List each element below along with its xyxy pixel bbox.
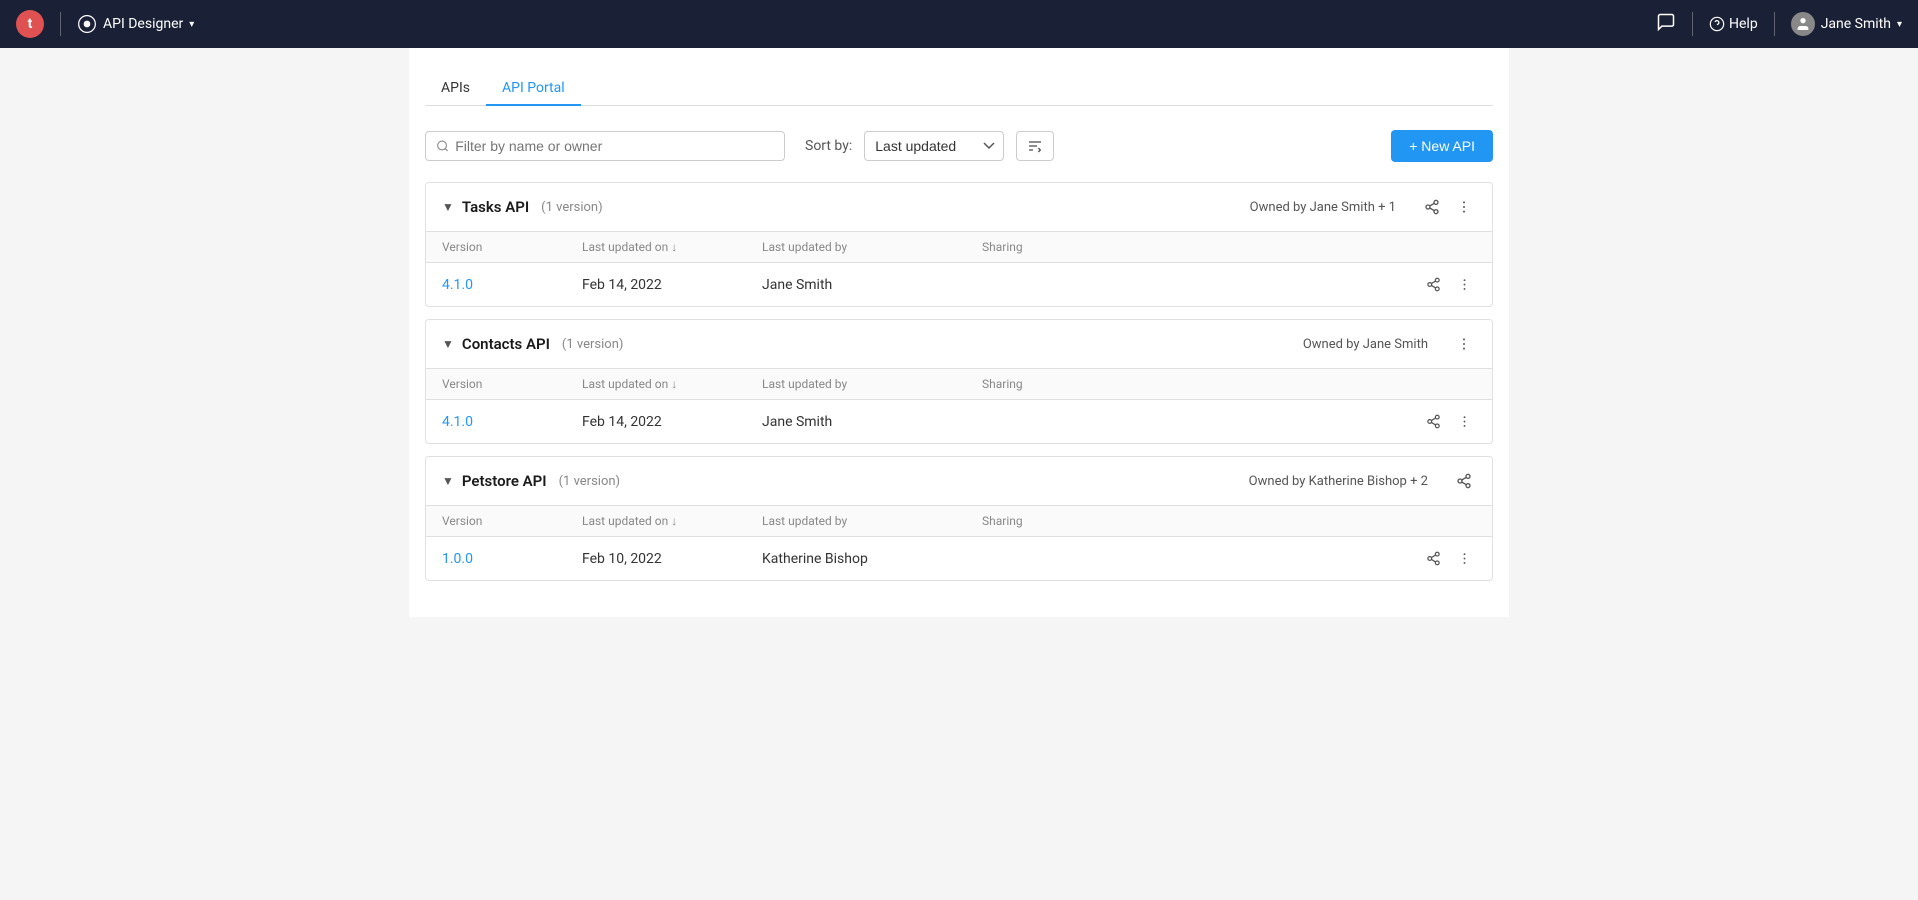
col-header-version-contacts: Version (426, 369, 566, 400)
nav-right: Help Jane Smith ▾ (1656, 12, 1902, 36)
sort-select[interactable]: Last updated Name Owner (864, 131, 1004, 161)
api-name-petstore: Petstore API (462, 472, 547, 490)
version-row-tasks-4-1-0: 4.1.0 Feb 14, 2022 Jane Smith (426, 263, 1492, 307)
user-menu[interactable]: Jane Smith ▾ (1791, 12, 1902, 36)
main-content: APIs API Portal Sort by: Last updated Na… (409, 48, 1509, 617)
search-box (425, 131, 785, 161)
share-button-petstore[interactable] (1452, 469, 1476, 493)
api-group-header-tasks: ▼ Tasks API (1 version) Owned by Jane Sm… (426, 183, 1492, 231)
toolbar: Sort by: Last updated Name Owner + New A… (425, 130, 1493, 162)
version-table-tasks: Version Last updated on ↓ Last updated b… (426, 231, 1492, 306)
app-logo[interactable]: t (16, 10, 44, 38)
api-list: ▼ Tasks API (1 version) Owned by Jane Sm… (425, 182, 1493, 593)
col-header-sharing-tasks: Sharing (966, 232, 1492, 263)
search-input[interactable] (455, 138, 774, 154)
chat-icon[interactable] (1656, 12, 1676, 36)
nav-divider-2 (1692, 12, 1693, 36)
last-updated-petstore: Feb 10, 2022 (566, 537, 746, 581)
more-version-button-tasks[interactable] (1453, 273, 1476, 296)
share-button-tasks[interactable] (1420, 195, 1444, 219)
last-updated-by-petstore: Katherine Bishop (746, 537, 966, 581)
api-actions-petstore (1452, 469, 1476, 493)
version-table-contacts: Version Last updated on ↓ Last updated b… (426, 368, 1492, 443)
help-icon (1709, 16, 1725, 32)
version-header-tasks: Version Last updated on ↓ Last updated b… (426, 232, 1492, 263)
api-version-count-petstore: (1 version) (559, 474, 620, 489)
more-button-contacts[interactable] (1452, 332, 1476, 356)
version-table-petstore: Version Last updated on ↓ Last updated b… (426, 505, 1492, 580)
last-updated-tasks: Feb 14, 2022 (566, 263, 746, 307)
version-header-contacts: Version Last updated on ↓ Last updated b… (426, 369, 1492, 400)
more-version-button-petstore[interactable] (1453, 547, 1476, 570)
chevron-contacts[interactable]: ▼ (442, 337, 454, 351)
tab-apis[interactable]: APIs (425, 72, 486, 106)
version-row-contacts-4-1-0: 4.1.0 Feb 14, 2022 Jane Smith (426, 400, 1492, 444)
col-header-sharing-petstore: Sharing (966, 506, 1492, 537)
api-group-header-petstore: ▼ Petstore API (1 version) Owned by Kath… (426, 457, 1492, 505)
brand-dropdown-icon[interactable]: ▾ (189, 19, 194, 30)
sort-by-label: Sort by: (805, 138, 852, 154)
nav-divider-1 (60, 12, 61, 36)
col-header-version-tasks: Version (426, 232, 566, 263)
version-link-contacts[interactable]: 4.1.0 (426, 400, 566, 444)
share-version-button-contacts[interactable] (1422, 410, 1445, 433)
api-actions-tasks (1420, 195, 1476, 219)
user-avatar (1791, 12, 1815, 36)
chevron-petstore[interactable]: ▼ (442, 474, 454, 488)
chevron-tasks[interactable]: ▼ (442, 200, 454, 214)
main-tabs: APIs API Portal (425, 72, 1493, 106)
sort-order-icon (1027, 138, 1043, 154)
col-header-updated-by-petstore: Last updated by (746, 506, 966, 537)
sharing-cell-petstore (966, 537, 1492, 581)
share-version-button-petstore[interactable] (1422, 547, 1445, 570)
version-link-tasks[interactable]: 4.1.0 (426, 263, 566, 307)
api-owner-tasks: Owned by Jane Smith + 1 (1250, 200, 1396, 215)
col-header-updated-contacts: Last updated on ↓ (566, 369, 746, 400)
api-owner-petstore: Owned by Katherine Bishop + 2 (1249, 474, 1428, 489)
api-group-contacts: ▼ Contacts API (1 version) Owned by Jane… (425, 319, 1493, 444)
col-header-version-petstore: Version (426, 506, 566, 537)
sharing-cell-tasks (966, 263, 1492, 307)
brand-link[interactable]: API Designer ▾ (77, 14, 194, 34)
brand-name: API Designer (103, 16, 183, 32)
help-link[interactable]: Help (1709, 16, 1758, 32)
col-header-updated-by-contacts: Last updated by (746, 369, 966, 400)
tab-api-portal[interactable]: API Portal (486, 72, 581, 106)
col-header-updated-petstore: Last updated on ↓ (566, 506, 746, 537)
more-version-button-contacts[interactable] (1453, 410, 1476, 433)
sharing-cell-contacts (966, 400, 1492, 444)
api-owner-contacts: Owned by Jane Smith (1303, 337, 1428, 352)
api-group-petstore: ▼ Petstore API (1 version) Owned by Kath… (425, 456, 1493, 581)
share-version-button-tasks[interactable] (1422, 273, 1445, 296)
sort-order-button[interactable] (1016, 131, 1054, 161)
version-header-petstore: Version Last updated on ↓ Last updated b… (426, 506, 1492, 537)
nav-divider-3 (1774, 12, 1775, 36)
col-header-sharing-contacts: Sharing (966, 369, 1492, 400)
user-dropdown-icon: ▾ (1897, 19, 1902, 30)
col-header-updated-by-tasks: Last updated by (746, 232, 966, 263)
more-button-tasks[interactable] (1452, 195, 1476, 219)
last-updated-contacts: Feb 14, 2022 (566, 400, 746, 444)
user-name: Jane Smith (1821, 16, 1891, 32)
last-updated-by-tasks: Jane Smith (746, 263, 966, 307)
topnav: t API Designer ▾ Help (0, 0, 1918, 48)
api-group-tasks: ▼ Tasks API (1 version) Owned by Jane Sm… (425, 182, 1493, 307)
api-version-count-contacts: (1 version) (562, 337, 623, 352)
new-api-button[interactable]: + New API (1391, 130, 1493, 162)
col-header-updated-tasks: Last updated on ↓ (566, 232, 746, 263)
last-updated-by-contacts: Jane Smith (746, 400, 966, 444)
boomi-icon (77, 14, 97, 34)
api-name-contacts: Contacts API (462, 335, 550, 353)
api-group-header-contacts: ▼ Contacts API (1 version) Owned by Jane… (426, 320, 1492, 368)
api-actions-contacts (1452, 332, 1476, 356)
search-icon (436, 139, 449, 153)
version-link-petstore[interactable]: 1.0.0 (426, 537, 566, 581)
api-version-count-tasks: (1 version) (541, 200, 602, 215)
help-label: Help (1729, 16, 1758, 32)
api-name-tasks: Tasks API (462, 198, 529, 216)
version-row-petstore-1-0-0: 1.0.0 Feb 10, 2022 Katherine Bishop (426, 537, 1492, 581)
